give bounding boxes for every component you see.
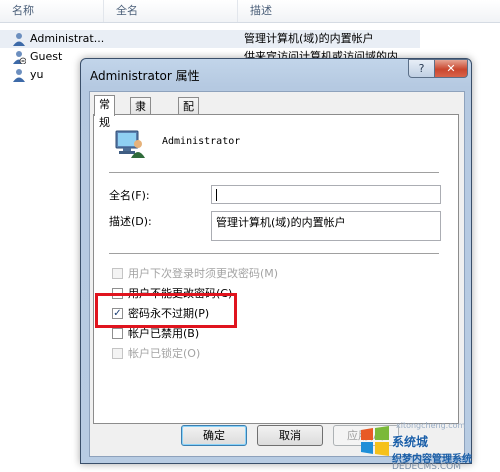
- windows-logo-icon: [361, 426, 389, 456]
- user-icon: [13, 33, 25, 46]
- checkbox-label: 帐户已禁用(B): [128, 327, 200, 340]
- column-header-fullname[interactable]: 全名: [104, 0, 238, 22]
- text-cursor: [216, 189, 217, 201]
- general-tab-panel: Administrator 全名(F): 描述(D): 管理计算机(域)的内置帐…: [93, 114, 459, 424]
- checkbox[interactable]: [112, 328, 123, 339]
- checkbox[interactable]: [112, 348, 123, 359]
- tab-profile[interactable]: 配置文件: [178, 97, 199, 167]
- fullname-label: 全名(F):: [109, 189, 150, 202]
- divider: [109, 172, 439, 174]
- list-row[interactable]: Administrat... 管理计算机(域)的内置帐户: [0, 30, 420, 48]
- close-button[interactable]: ✕: [434, 59, 468, 78]
- column-header-description[interactable]: 描述: [238, 0, 500, 22]
- user-description: 管理计算机(域)的内置帐户: [244, 32, 374, 45]
- tab-general[interactable]: 常规: [94, 95, 115, 129]
- watermark-domain: DEDECMS.COM: [392, 462, 461, 472]
- watermark: 系统城 织梦内容管理系统 DEDECMS.COM xitongcheng.com: [356, 420, 500, 472]
- dialog-title: Administrator 属性: [90, 69, 200, 83]
- watermark-site: xitongcheng.com: [396, 421, 466, 430]
- user-name: yu: [30, 68, 44, 81]
- ok-button[interactable]: 确定: [181, 425, 247, 446]
- divider: [109, 253, 439, 255]
- checkbox-label: 帐户已锁定(O): [128, 347, 201, 360]
- tab-member-of[interactable]: 隶属于: [130, 97, 151, 149]
- user-name: Guest: [30, 50, 63, 63]
- fullname-input[interactable]: [211, 185, 441, 204]
- help-button[interactable]: ?: [408, 59, 435, 78]
- annotation-highlight-box: [95, 293, 237, 328]
- dialog-client-area: 常规 隶属于 配置文件 Administrator 全名(F): 描述(D): …: [89, 91, 465, 457]
- checkbox[interactable]: [112, 268, 123, 279]
- list-header: 名称 全名 描述: [0, 0, 500, 23]
- account-name: Administrator: [162, 136, 241, 147]
- watermark-brand: 系统城: [392, 435, 429, 449]
- column-header-name[interactable]: 名称: [0, 0, 104, 22]
- user-icon: [13, 69, 25, 82]
- guest-user-icon: [13, 51, 26, 64]
- properties-dialog: Administrator 属性 ? ✕ 常规 隶属于 配置文件 Adminis…: [80, 58, 472, 464]
- user-name: Administrat...: [30, 32, 105, 45]
- cancel-button[interactable]: 取消: [257, 425, 323, 446]
- description-input[interactable]: 管理计算机(域)的内置帐户: [211, 211, 441, 241]
- computer-user-icon: [115, 130, 145, 158]
- description-label: 描述(D):: [109, 215, 152, 228]
- checkbox-label: 用户下次登录时须更改密码(M): [128, 267, 279, 280]
